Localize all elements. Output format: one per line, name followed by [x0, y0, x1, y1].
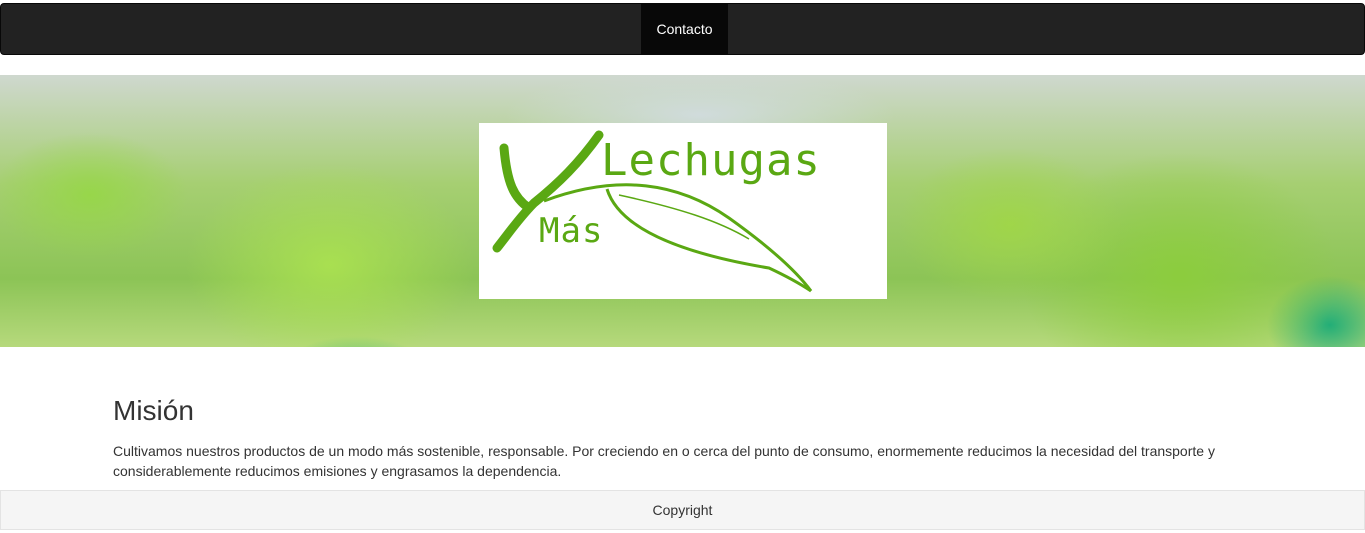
logo: Lechugas Más — [479, 123, 887, 299]
footer: Copyright — [0, 490, 1365, 530]
logo-word-mas: Más — [539, 211, 604, 251]
top-navbar: Contacto — [0, 3, 1365, 55]
mission-text: Cultivamos nuestros productos de un modo… — [113, 443, 1215, 479]
mission-title: Misión — [113, 395, 194, 426]
nav-item-contacto[interactable]: Contacto — [641, 4, 728, 54]
logo-word-lechugas: Lechugas — [601, 135, 821, 186]
footer-copyright: Copyright — [652, 502, 713, 518]
